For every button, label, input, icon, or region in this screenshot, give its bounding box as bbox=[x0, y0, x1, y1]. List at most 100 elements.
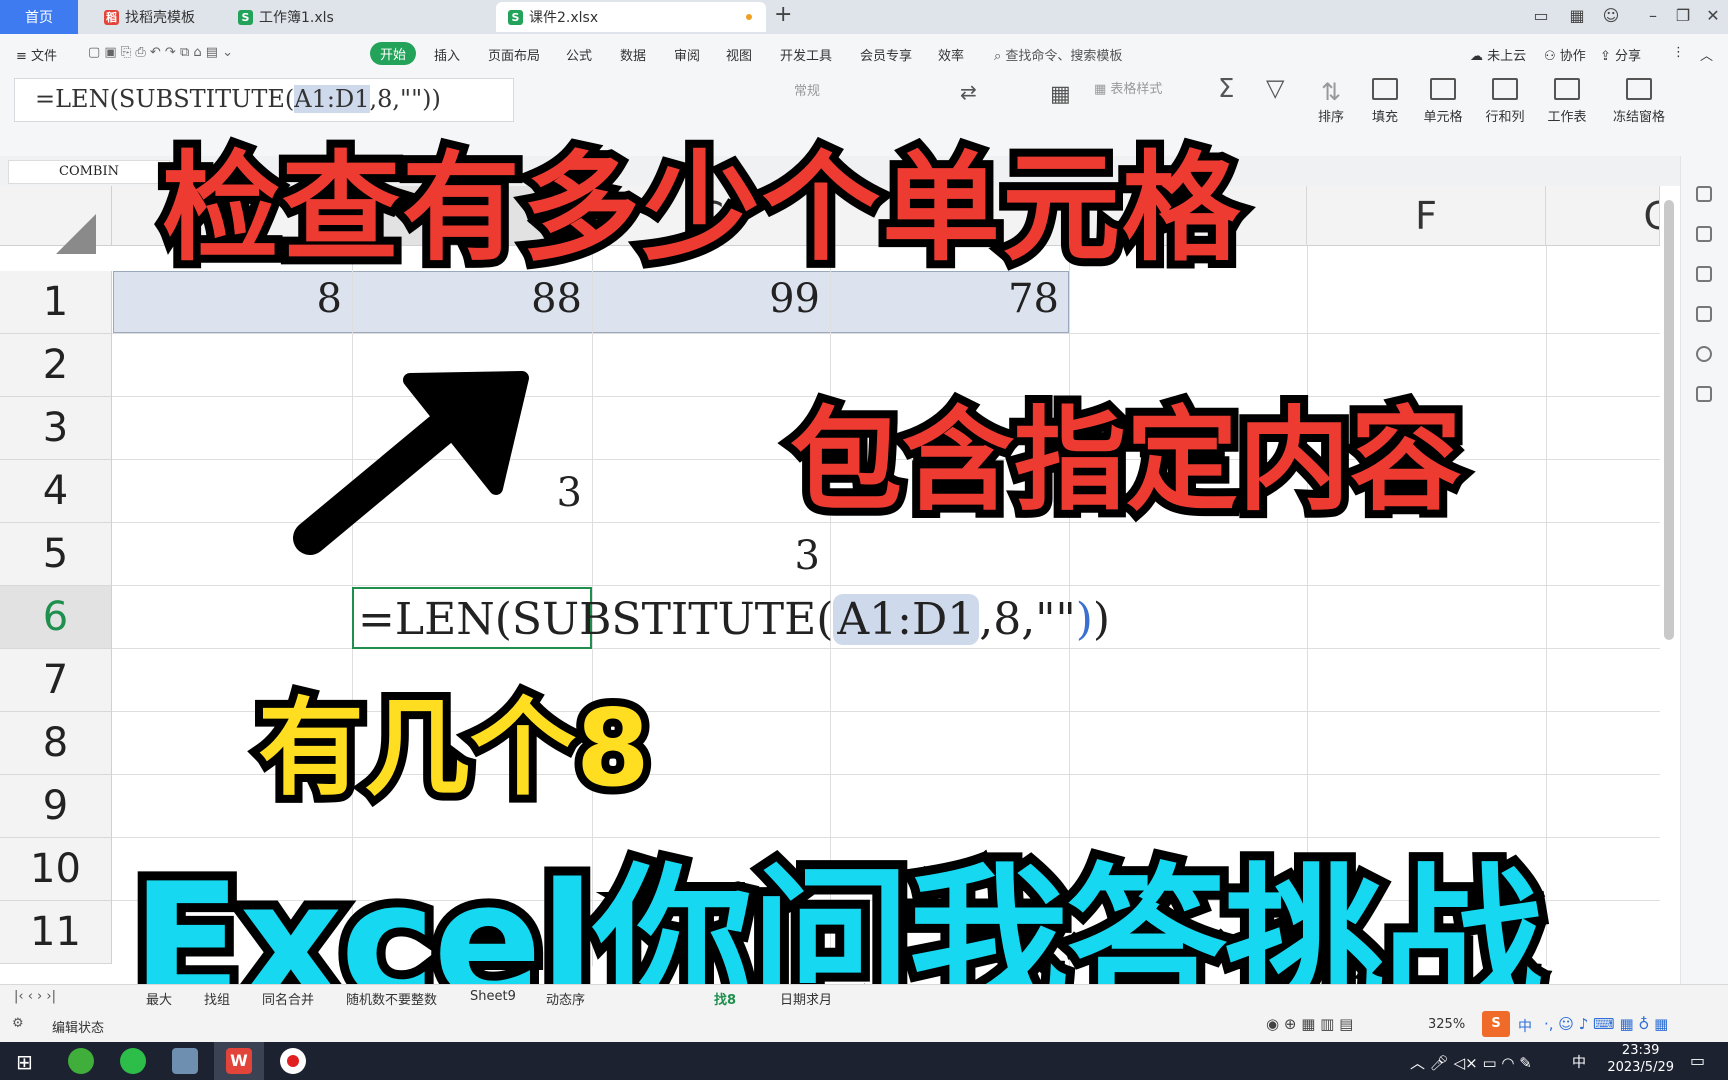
table-style-label: 表格样式 bbox=[1110, 82, 1163, 97]
cloud-status[interactable]: ☁ 未上云 bbox=[1470, 45, 1526, 64]
menu-home[interactable]: 开始 bbox=[370, 42, 417, 65]
taskbar-ime[interactable]: 中 bbox=[1572, 1052, 1586, 1072]
fill-button[interactable]: 填充 bbox=[1360, 78, 1410, 125]
menu-bar: ≡ 文件 ▢ ▣ ⎘ ⎙ ↶ ↷ ⧉ ⌂ ▤ ⌄ 开始 插入 页面布局 公式 数… bbox=[0, 34, 1728, 72]
column-header-g[interactable]: G bbox=[1546, 186, 1660, 246]
row-header-3[interactable]: 3 bbox=[0, 397, 112, 460]
menu-review[interactable]: 审阅 bbox=[674, 45, 700, 64]
row-header-6[interactable]: 6 bbox=[0, 586, 112, 649]
new-tab-button[interactable]: + bbox=[774, 2, 792, 27]
tab-courseware2[interactable]: S 课件2.xlsx bbox=[496, 2, 766, 32]
wechat-icon[interactable] bbox=[120, 1048, 146, 1074]
record-icon[interactable] bbox=[280, 1048, 306, 1074]
cell-b6-formula: =LEN(SUBSTITUTE(A1:D1,8,"")) bbox=[358, 594, 1110, 645]
tab-workbook1[interactable]: S 工作簿1.xls bbox=[226, 2, 488, 32]
settings-sliders-icon[interactable] bbox=[1696, 226, 1712, 242]
tab-label: 课件2.xlsx bbox=[529, 10, 599, 26]
sheet-tab-active[interactable]: 找8 bbox=[714, 989, 736, 1008]
quick-access-icons[interactable]: ▢ ▣ ⎘ ⎙ ↶ ↷ ⧉ ⌂ ▤ ⌄ bbox=[88, 45, 233, 60]
pointer-icon[interactable] bbox=[1696, 186, 1712, 202]
shape-icon[interactable] bbox=[1696, 266, 1712, 282]
close-icon[interactable]: ✕ bbox=[1702, 6, 1724, 25]
status-bar: ⚙ 编辑状态 ◉ ⊕ ▦ ▥ ▤ 325% S 中 ·, ☺ ♪ ⌨ ▦ ♁ ▦ bbox=[0, 1008, 1728, 1042]
sheet-nav-icons[interactable]: |‹ ‹ › ›| bbox=[14, 989, 56, 1004]
share-label: 分享 bbox=[1615, 49, 1642, 64]
file-menu[interactable]: ≡ 文件 bbox=[16, 45, 57, 64]
sogou-ime-icon[interactable]: S bbox=[1482, 1011, 1510, 1037]
notification-icon[interactable]: ▭ bbox=[1690, 1051, 1705, 1070]
backup-icon[interactable] bbox=[1696, 346, 1712, 362]
sort-button[interactable]: ⇅ 排序 bbox=[1306, 78, 1356, 125]
table-icon[interactable]: ▦ bbox=[1050, 82, 1071, 107]
macro-icon[interactable]: ⚙ bbox=[12, 1016, 24, 1031]
column-header-f[interactable]: F bbox=[1307, 186, 1546, 246]
sheet-tab[interactable]: 日期求月 bbox=[780, 989, 832, 1008]
sheet-tab[interactable]: 找组 bbox=[204, 989, 230, 1008]
filter-icon[interactable]: ▽ bbox=[1266, 74, 1284, 102]
tab-template[interactable]: 稻 找稻壳模板 bbox=[92, 2, 222, 32]
collab-label: 协作 bbox=[1559, 49, 1586, 64]
sum-icon[interactable]: Σ bbox=[1218, 74, 1234, 104]
row-header-11[interactable]: 11 bbox=[0, 901, 112, 964]
wps-taskbar-slot[interactable]: W bbox=[214, 1042, 264, 1080]
row-header-2[interactable]: 2 bbox=[0, 334, 112, 397]
collaborate-button[interactable]: ⚇ 协作 bbox=[1544, 45, 1586, 64]
collapse-ribbon-icon[interactable]: ︿ bbox=[1700, 45, 1713, 64]
cell-c5[interactable]: 3 bbox=[592, 533, 830, 579]
edit-status: 编辑状态 bbox=[52, 1021, 105, 1036]
tab-home[interactable]: 首页 bbox=[0, 0, 78, 34]
ime-toolbar-icons[interactable]: ·, ☺ ♪ ⌨ ▦ ♁ ▦ bbox=[1544, 1015, 1668, 1033]
row-col-button[interactable]: 行和列 bbox=[1474, 78, 1536, 125]
sheet-tab[interactable]: 最大 bbox=[146, 989, 172, 1008]
sheet-tab[interactable]: 同名合并 bbox=[262, 989, 314, 1008]
menu-member[interactable]: 会员专享 bbox=[860, 45, 912, 64]
apps-grid-icon[interactable]: ▦ bbox=[1566, 6, 1588, 25]
number-format-select[interactable]: 常规 bbox=[794, 80, 820, 99]
sheet-tab[interactable]: 动态序 bbox=[546, 989, 585, 1008]
zoom-level[interactable]: 325% bbox=[1428, 1017, 1465, 1032]
row-header-7[interactable]: 7 bbox=[0, 649, 112, 712]
avatar[interactable]: ☺ bbox=[1600, 6, 1622, 25]
menu-insert[interactable]: 插入 bbox=[434, 45, 460, 64]
worksheet-button[interactable]: 工作表 bbox=[1536, 78, 1598, 125]
system-tray-icons[interactable]: ︿ 🎤︎ ◁× ▭ ◠ ✎ bbox=[1410, 1052, 1532, 1073]
ime-mode[interactable]: 中 bbox=[1518, 1016, 1532, 1036]
cell-formula-suffix: ,8,"" bbox=[979, 594, 1076, 645]
command-search[interactable]: ⌕ 查找命令、搜索模板 bbox=[994, 45, 1122, 64]
restore-icon[interactable]: ❐ bbox=[1672, 6, 1694, 25]
more-icon[interactable]: ⋮ bbox=[1672, 45, 1685, 60]
windows-start-icon[interactable]: ⊞ bbox=[16, 1050, 33, 1074]
sheet-tab[interactable]: Sheet9 bbox=[470, 989, 516, 1004]
row-header-4[interactable]: 4 bbox=[0, 460, 112, 523]
row-header-5[interactable]: 5 bbox=[0, 523, 112, 586]
layout-icon[interactable]: ▭ bbox=[1530, 6, 1552, 25]
menu-formula[interactable]: 公式 bbox=[566, 45, 592, 64]
row-header-10[interactable]: 10 bbox=[0, 838, 112, 901]
menu-developer[interactable]: 开发工具 bbox=[780, 45, 832, 64]
notes-icon[interactable] bbox=[172, 1048, 198, 1074]
menu-page-layout[interactable]: 页面布局 bbox=[488, 45, 540, 64]
table-style-button[interactable]: ▦ 表格样式 bbox=[1094, 78, 1162, 97]
menu-data[interactable]: 数据 bbox=[620, 45, 646, 64]
name-box[interactable]: COMBIN bbox=[8, 160, 170, 184]
vertical-scrollbar[interactable] bbox=[1664, 200, 1674, 640]
view-mode-icons[interactable]: ◉ ⊕ ▦ ▥ ▤ bbox=[1266, 1015, 1353, 1033]
gridline bbox=[112, 333, 1660, 334]
freeze-button[interactable]: 冻结窗格 bbox=[1604, 78, 1674, 125]
taskbar-clock[interactable]: 23:39 2023/5/29 bbox=[1607, 1042, 1674, 1076]
row-header-9[interactable]: 9 bbox=[0, 775, 112, 838]
menu-efficiency[interactable]: 效率 bbox=[938, 45, 964, 64]
image-icon[interactable] bbox=[1696, 306, 1712, 322]
row-header-8[interactable]: 8 bbox=[0, 712, 112, 775]
row-header-1[interactable]: 1 bbox=[0, 271, 112, 334]
share-button[interactable]: ⇪ 分享 bbox=[1600, 45, 1641, 64]
minimize-icon[interactable]: – bbox=[1642, 6, 1664, 25]
book-icon[interactable] bbox=[1696, 386, 1712, 402]
browser-icon[interactable] bbox=[68, 1048, 94, 1074]
cell-icon bbox=[1430, 78, 1456, 100]
sheet-tab[interactable]: 随机数不要整数 bbox=[346, 989, 437, 1008]
menu-view[interactable]: 视图 bbox=[726, 45, 752, 64]
convert-icon[interactable]: ⇄ bbox=[960, 80, 977, 104]
cell-button[interactable]: 单元格 bbox=[1412, 78, 1474, 125]
formula-suffix: ,8,"")) bbox=[369, 85, 441, 113]
